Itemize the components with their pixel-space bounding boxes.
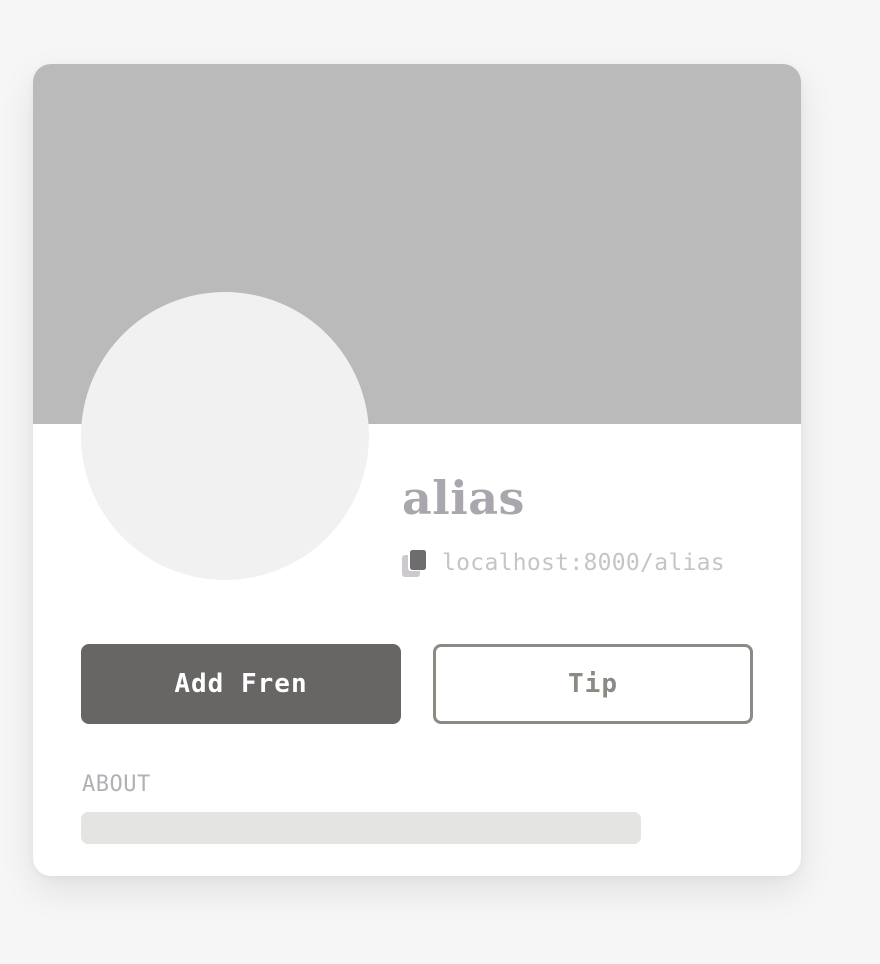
profile-name: alias	[402, 471, 525, 525]
add-fren-button[interactable]: Add Fren	[81, 644, 401, 724]
tip-button[interactable]: Tip	[433, 644, 753, 724]
about-heading: ABOUT	[82, 772, 151, 797]
avatar	[81, 292, 369, 580]
profile-card: alias localhost:8000/alias Add Fren Tip …	[33, 64, 801, 876]
profile-link[interactable]: localhost:8000/alias	[442, 550, 725, 576]
about-text-placeholder	[81, 812, 641, 844]
copy-icon[interactable]	[402, 549, 428, 577]
profile-link-row[interactable]: localhost:8000/alias	[402, 548, 725, 578]
